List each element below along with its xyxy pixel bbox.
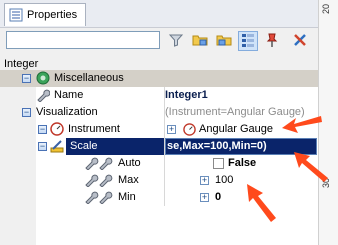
folder-icon <box>216 32 232 51</box>
column-divider <box>164 121 165 138</box>
expand-icon[interactable]: + <box>200 193 209 202</box>
property-row-selected[interactable]: − Scale se,Max=100,Min=0) <box>0 138 318 155</box>
property-name: Visualization <box>36 106 98 118</box>
property-row[interactable]: − Instrument + Angular Gauge <box>0 121 318 138</box>
wrench-icon <box>84 157 114 173</box>
annotation-arrow-icon <box>294 152 328 182</box>
expand-all-button[interactable] <box>190 31 210 51</box>
filter-icon <box>168 32 184 51</box>
category-row[interactable]: − Miscellaneous <box>0 70 318 87</box>
column-divider <box>164 155 165 172</box>
column-divider <box>164 189 165 206</box>
annotation-arrow-icon <box>247 184 276 222</box>
row-gutter <box>0 172 36 189</box>
expand-icon[interactable]: + <box>167 125 176 134</box>
checkbox-label: False <box>228 157 257 169</box>
categorized-list-icon <box>241 33 255 50</box>
property-name: Min <box>118 191 136 203</box>
row-gutter <box>0 121 36 138</box>
tab-label: Properties <box>27 9 78 21</box>
tools-button[interactable] <box>290 31 310 51</box>
property-name: Name <box>54 89 84 101</box>
wrench-icon <box>36 89 51 105</box>
auto-checkbox[interactable] <box>213 157 224 169</box>
property-name: Scale <box>70 140 98 152</box>
wrench-icon <box>84 174 114 190</box>
property-name: Auto <box>118 157 141 169</box>
row-gutter <box>0 87 36 104</box>
property-name: Instrument <box>68 123 120 135</box>
search-input[interactable] <box>6 31 160 49</box>
expand-icon[interactable]: + <box>200 176 209 185</box>
property-name: Miscellaneous <box>54 72 124 84</box>
property-name: Max <box>118 174 139 186</box>
row-gutter <box>0 138 36 155</box>
column-divider <box>164 172 165 189</box>
pin-icon <box>264 32 280 51</box>
filter-button[interactable] <box>166 31 186 51</box>
row-gutter <box>0 189 36 206</box>
object-type-label: Integer <box>4 58 39 70</box>
wrench-icon <box>84 191 114 207</box>
properties-icon <box>9 8 23 22</box>
tools-icon <box>292 32 308 51</box>
row-gutter <box>0 155 36 172</box>
collapse-icon[interactable]: − <box>22 108 31 117</box>
tab-properties[interactable]: Properties <box>4 3 87 26</box>
property-row[interactable]: Auto False <box>0 155 318 172</box>
collapse-icon[interactable]: − <box>22 74 31 83</box>
collapse-all-button[interactable] <box>214 31 234 51</box>
collapse-icon[interactable]: − <box>38 125 47 134</box>
gauge-icon <box>50 122 64 139</box>
categorized-view-button[interactable] <box>238 31 258 51</box>
annotation-arrow-icon <box>282 116 322 133</box>
folder-icon <box>192 32 208 51</box>
category-icon <box>36 71 50 88</box>
property-value[interactable]: Integer1 <box>165 87 317 104</box>
row-gutter <box>0 206 36 245</box>
property-row[interactable]: − Visualization (Instrument=Angular Gaug… <box>0 104 318 121</box>
pin-button[interactable] <box>262 31 282 51</box>
ruler-tick-label: 20 <box>321 4 331 15</box>
property-row[interactable]: Name Integer1 <box>0 87 318 104</box>
ruler-pen-icon <box>50 139 64 156</box>
gauge-icon <box>183 123 196 139</box>
collapse-icon[interactable]: − <box>38 142 47 151</box>
